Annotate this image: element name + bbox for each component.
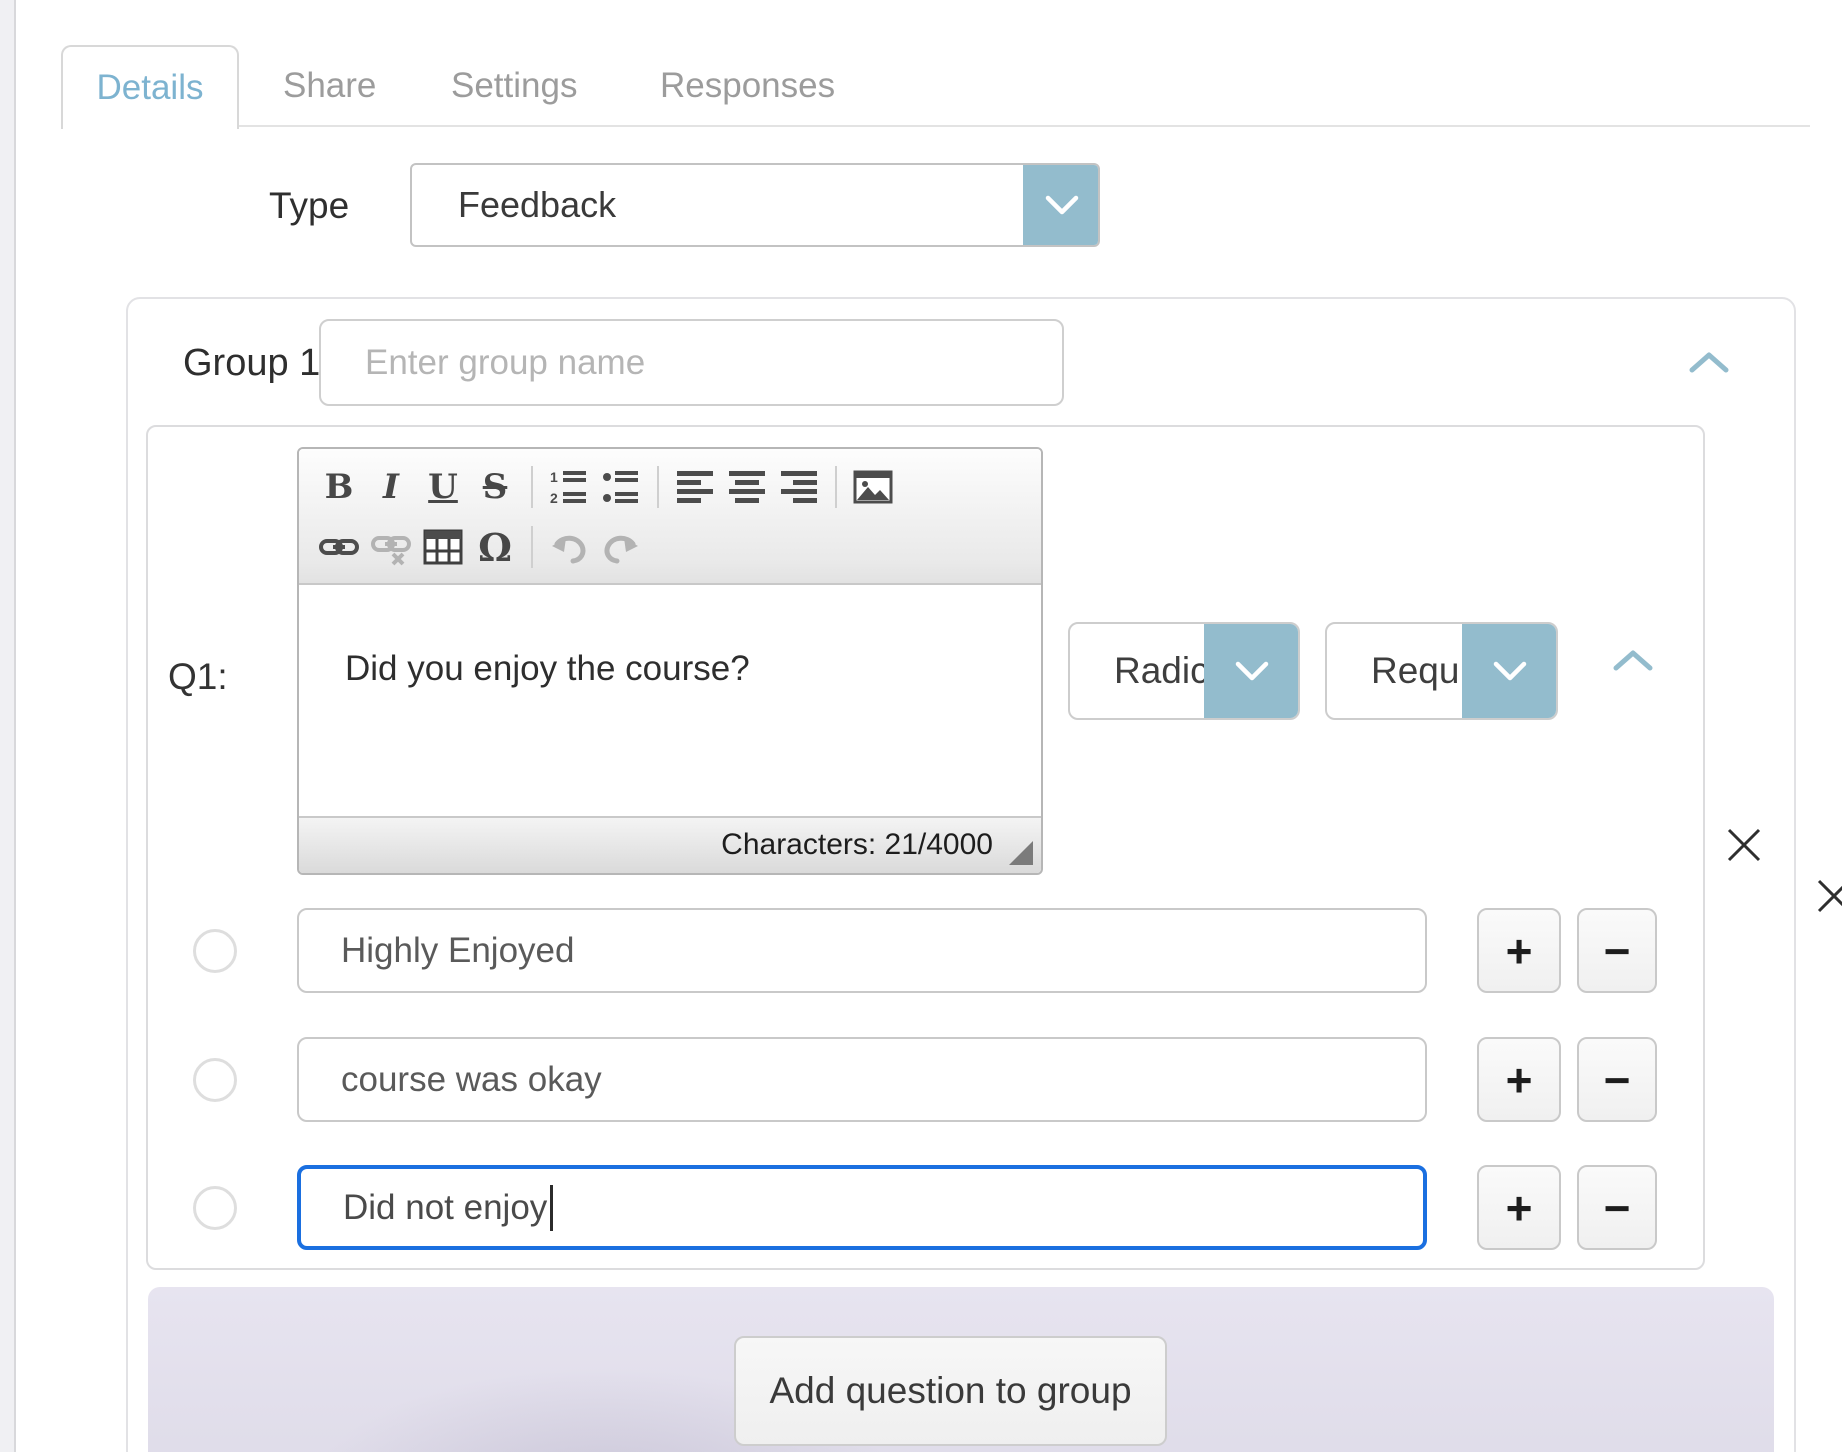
redo-button[interactable] (595, 520, 647, 574)
remove-option-button[interactable]: − (1577, 1165, 1657, 1250)
delete-group-icon[interactable] (1811, 873, 1842, 919)
tab-strip-underline (239, 125, 1810, 127)
link-icon (319, 528, 359, 566)
add-question-to-group-label: Add question to group (769, 1370, 1131, 1412)
insert-table-button[interactable] (417, 520, 469, 574)
question-collapse-chevron-up-icon[interactable] (1611, 649, 1655, 673)
bold-button[interactable]: B (313, 460, 365, 514)
special-character-button[interactable]: Ω (469, 520, 521, 574)
unlink-button[interactable] (365, 520, 417, 574)
toolbar-separator (531, 526, 533, 568)
editor-toolbar-row-1: B I U S 1 2 (313, 458, 1027, 516)
strikethrough-icon: S (483, 467, 508, 507)
editor-footer: Characters: 21/4000 (299, 816, 1041, 873)
option-text-input[interactable]: Highly Enjoyed (297, 908, 1427, 993)
table-icon (423, 528, 463, 566)
strikethrough-button[interactable]: S (469, 460, 521, 514)
toolbar-separator (531, 466, 533, 508)
option-radio-button[interactable] (193, 929, 237, 973)
toolbar-separator (835, 466, 837, 508)
align-right-icon (780, 468, 818, 506)
bold-icon: B (325, 467, 354, 507)
remove-option-button[interactable]: − (1577, 1037, 1657, 1122)
unlink-icon (371, 528, 411, 566)
question-type-select[interactable]: Radic (1068, 622, 1300, 720)
chevron-down-icon (1490, 659, 1530, 683)
type-select-value: Feedback (412, 184, 1023, 226)
add-question-to-group-button[interactable]: Add question to group (734, 1336, 1167, 1446)
question-type-value: Radic (1070, 650, 1204, 692)
tab-details-label: Details (97, 68, 204, 108)
question-required-select[interactable]: Requ (1325, 622, 1558, 720)
text-cursor (550, 1185, 553, 1231)
bulleted-list-button[interactable] (595, 460, 647, 514)
align-center-icon (728, 468, 766, 506)
type-select[interactable]: Feedback (410, 163, 1100, 247)
align-left-icon (676, 468, 714, 506)
align-right-button[interactable] (773, 460, 825, 514)
group-name-input[interactable] (319, 319, 1064, 406)
tab-responses[interactable]: Responses (660, 66, 835, 106)
image-icon (853, 468, 893, 506)
question-required-value: Requ (1327, 650, 1462, 692)
tab-share[interactable]: Share (283, 66, 376, 106)
option-text: Highly Enjoyed (341, 931, 574, 971)
svg-text:1: 1 (550, 469, 558, 485)
option-text: course was okay (341, 1060, 602, 1100)
option-text: Did not enjoy (343, 1188, 547, 1228)
toolbar-separator (657, 466, 659, 508)
question-number-label: Q1: (168, 656, 228, 698)
undo-icon (549, 528, 589, 566)
tab-details[interactable]: Details (61, 45, 239, 129)
plus-icon: + (1506, 1053, 1533, 1107)
svg-text:2: 2 (550, 490, 558, 506)
plus-icon: + (1506, 924, 1533, 978)
type-select-button[interactable] (1023, 163, 1100, 247)
numbered-list-button[interactable]: 1 2 (543, 460, 595, 514)
remove-option-button[interactable]: − (1577, 908, 1657, 993)
minus-icon: − (1604, 1181, 1631, 1235)
underline-button[interactable]: U (417, 460, 469, 514)
add-option-button[interactable]: + (1477, 1165, 1561, 1250)
special-character-icon: Ω (478, 525, 512, 570)
option-radio-button[interactable] (193, 1186, 237, 1230)
minus-icon: − (1604, 924, 1631, 978)
add-option-button[interactable]: + (1477, 908, 1561, 993)
italic-button[interactable]: I (365, 460, 417, 514)
redo-icon (601, 528, 641, 566)
numbered-list-icon: 1 2 (550, 468, 588, 506)
align-center-button[interactable] (721, 460, 773, 514)
link-button[interactable] (313, 520, 365, 574)
insert-image-button[interactable] (847, 460, 899, 514)
option-radio-button[interactable] (193, 1058, 237, 1102)
type-field-label: Type (269, 185, 349, 227)
tab-settings[interactable]: Settings (451, 66, 577, 106)
underline-icon: U (428, 467, 458, 507)
chevron-down-icon (1232, 659, 1272, 683)
question-required-select-button[interactable] (1462, 622, 1558, 720)
form-builder-page: Details Share Settings Responses Type Fe… (0, 0, 1842, 1452)
group-collapse-chevron-up-icon[interactable] (1687, 351, 1731, 375)
minus-icon: − (1604, 1053, 1631, 1107)
resize-handle-icon[interactable] (1009, 841, 1033, 865)
option-text-input-focused[interactable]: Did not enjoy (297, 1165, 1427, 1250)
editor-toolbar-row-2: Ω (313, 518, 1027, 576)
italic-icon: I (383, 467, 399, 507)
group-title: Group 1 (183, 342, 320, 385)
question-type-select-button[interactable] (1204, 622, 1300, 720)
option-text-input[interactable]: course was okay (297, 1037, 1427, 1122)
editor-toolbar: B I U S 1 2 (299, 449, 1041, 585)
align-left-button[interactable] (669, 460, 721, 514)
plus-icon: + (1506, 1181, 1533, 1235)
chevron-down-icon (1042, 193, 1082, 217)
question-rich-text-editor[interactable]: B I U S 1 2 (297, 447, 1043, 875)
add-option-button[interactable]: + (1477, 1037, 1561, 1122)
question-text[interactable]: Did you enjoy the course? (299, 585, 1041, 816)
undo-button[interactable] (543, 520, 595, 574)
delete-question-icon[interactable] (1721, 822, 1767, 868)
character-counter: Characters: 21/4000 (721, 828, 993, 862)
left-gutter (0, 0, 16, 1452)
bulleted-list-icon (602, 468, 640, 506)
